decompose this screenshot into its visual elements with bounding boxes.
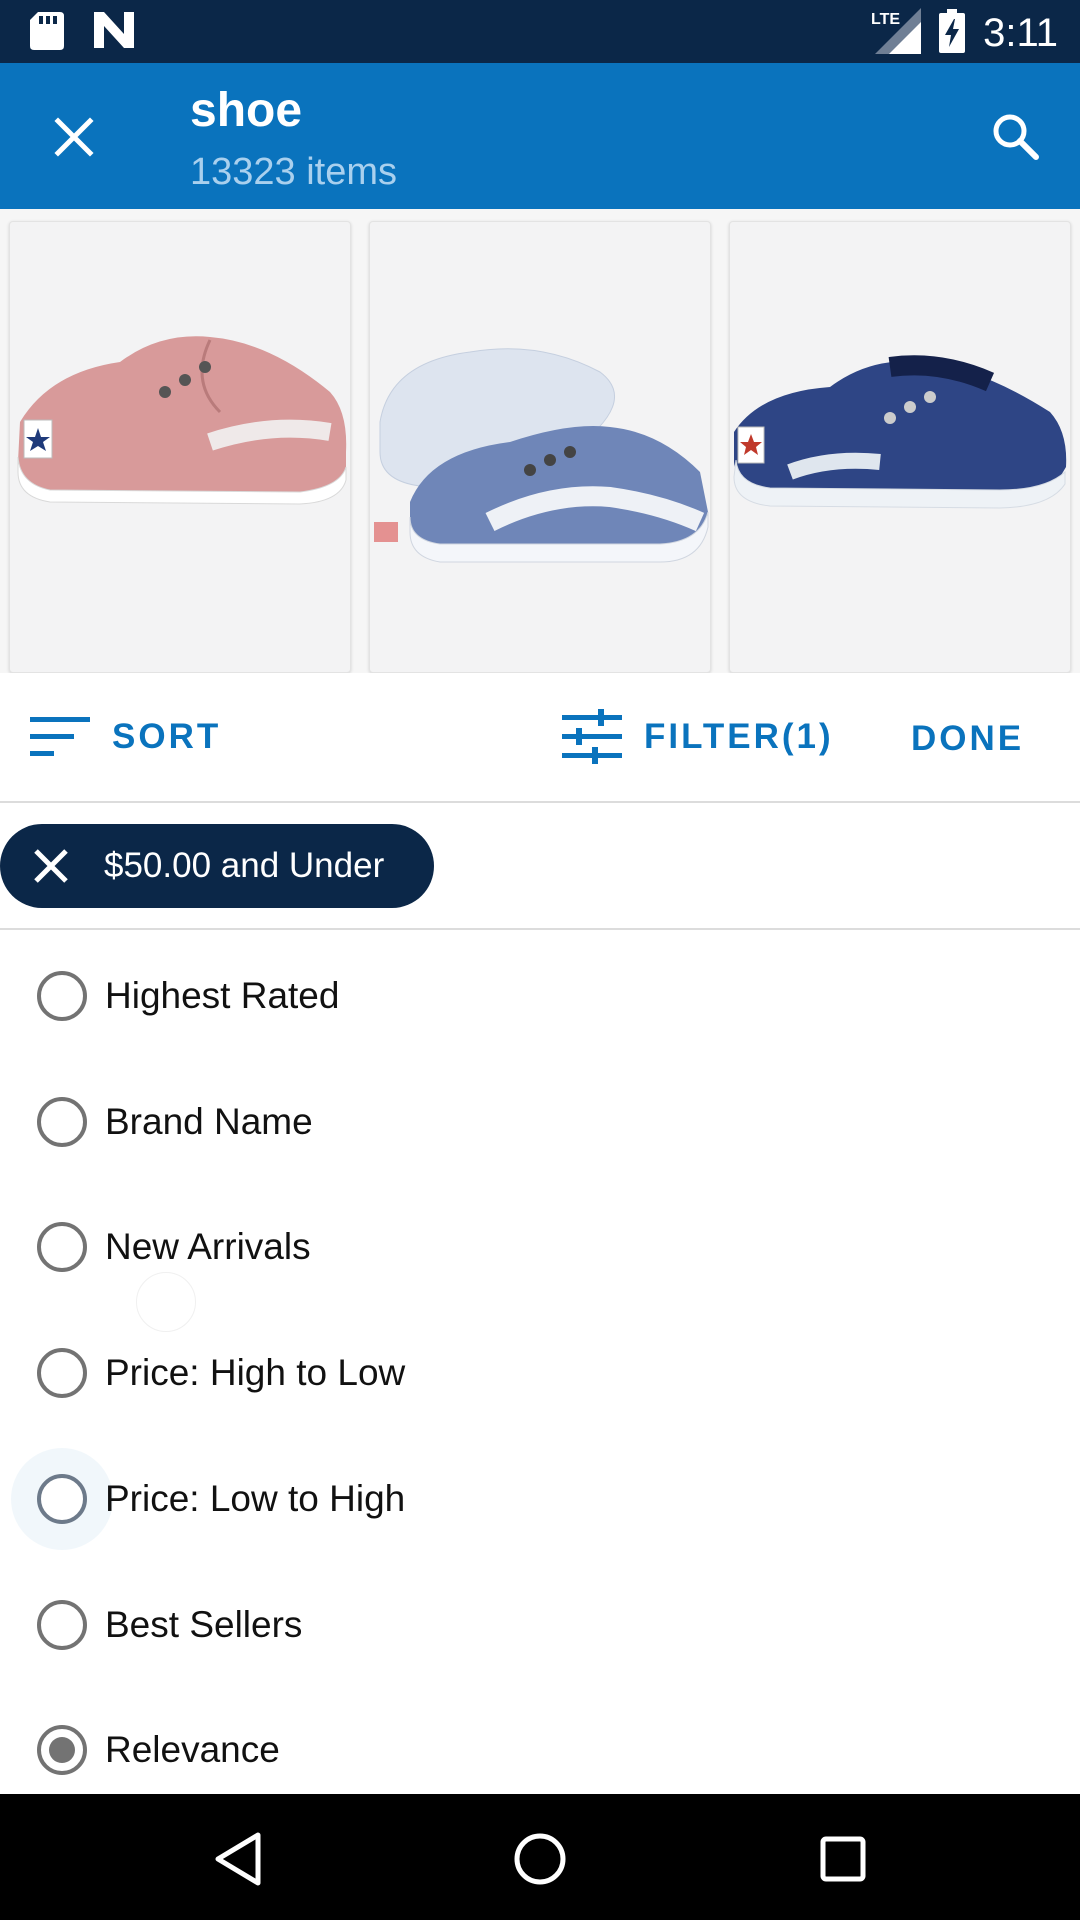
touch-ripple <box>136 1272 196 1332</box>
battery-charging-icon <box>939 9 966 58</box>
back-icon <box>215 1832 261 1886</box>
remove-filter-button[interactable] <box>26 841 76 891</box>
lte-signal-icon: LTE <box>871 8 922 59</box>
page-title: shoe <box>190 84 303 137</box>
sort-label: SORT <box>112 717 222 756</box>
close-icon <box>34 849 68 883</box>
sort-option-price-high-to-low[interactable]: Price: High to Low <box>0 1323 1080 1423</box>
home-icon <box>514 1833 566 1885</box>
sort-option-price-low-to-high[interactable]: Price: Low to High <box>0 1449 1080 1549</box>
active-filters: $50.00 and Under <box>0 805 1080 930</box>
filter-chip[interactable]: $50.00 and Under <box>0 824 434 908</box>
sort-option-label: Highest Rated <box>105 975 340 1016</box>
radio-button-selected[interactable] <box>37 1725 87 1775</box>
navy-canvas-shoe <box>733 355 1067 509</box>
back-button[interactable] <box>202 1824 272 1894</box>
sort-option-label: Price: Low to High <box>105 1478 406 1519</box>
recents-button[interactable] <box>808 1824 878 1894</box>
radio-button[interactable] <box>37 1348 87 1398</box>
product-card-3[interactable] <box>729 221 1071 673</box>
sort-filter-toolbar: SORT FILTER(1) DONE <box>0 673 1080 803</box>
close-button[interactable] <box>42 105 106 169</box>
sort-option-relevance[interactable]: Relevance <box>0 1700 1080 1800</box>
product-gallery <box>0 209 1080 673</box>
filter-label: FILTER(1) <box>644 717 834 756</box>
app-bar: shoe 13323 items <box>0 63 1080 209</box>
radio-button[interactable] <box>37 1222 87 1272</box>
sort-option-best-sellers[interactable]: Best Sellers <box>0 1575 1080 1675</box>
sort-option-label: Best Sellers <box>105 1604 303 1645</box>
sd-card-icon <box>30 12 64 55</box>
sort-option-label: New Arrivals <box>105 1226 311 1267</box>
product-card-1[interactable] <box>9 221 351 673</box>
status-bar: LTE 3:11 <box>0 0 1080 63</box>
radio-button[interactable] <box>37 1474 87 1524</box>
filter-sliders-icon <box>562 709 622 764</box>
sort-option-highest-rated[interactable]: Highest Rated <box>0 946 1080 1046</box>
done-button[interactable]: DONE <box>911 719 1024 759</box>
pink-canvas-shoe <box>17 336 347 505</box>
radio-button[interactable] <box>37 971 87 1021</box>
filter-chip-label: $50.00 and Under <box>104 846 385 885</box>
status-time: 3:11 <box>983 11 1058 55</box>
search-icon <box>993 114 1039 160</box>
sort-button[interactable]: SORT <box>30 715 221 759</box>
radio-button[interactable] <box>37 1097 87 1147</box>
recents-icon <box>820 1836 866 1882</box>
light-blue-canvas-shoes <box>374 348 709 563</box>
n-notification-icon <box>94 12 134 55</box>
sort-option-brand-name[interactable]: Brand Name <box>0 1072 1080 1172</box>
sort-option-label: Brand Name <box>105 1101 313 1142</box>
sort-option-label: Relevance <box>105 1729 280 1770</box>
item-count: 13323 items <box>190 151 398 193</box>
network-label: LTE <box>871 11 900 28</box>
system-nav-bar <box>0 1794 1080 1920</box>
search-button[interactable] <box>980 101 1050 171</box>
product-card-2[interactable] <box>369 221 711 673</box>
home-button[interactable] <box>505 1824 575 1894</box>
radio-button[interactable] <box>37 1600 87 1650</box>
close-icon <box>54 117 94 157</box>
done-label: DONE <box>911 719 1025 758</box>
sort-option-label: Price: High to Low <box>105 1352 406 1393</box>
filter-button[interactable]: FILTER(1) <box>562 709 834 765</box>
sort-icon <box>30 717 90 756</box>
